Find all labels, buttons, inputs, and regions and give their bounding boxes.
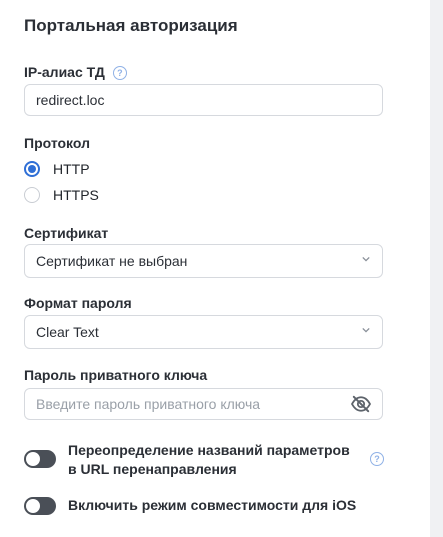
- private-key-placeholder: Введите пароль приватного ключа: [36, 396, 261, 412]
- radio-https[interactable]: HTTPS: [24, 187, 99, 203]
- protocol-label: Протокол: [24, 135, 90, 151]
- toggle-ios-compat-label: Включить режим совместимости для iOS: [68, 497, 357, 513]
- question-circle-icon[interactable]: ?: [112, 66, 127, 81]
- ip-alias-input[interactable]: redirect.loc: [24, 84, 383, 116]
- certificate-select[interactable]: Сертификат не выбран: [24, 244, 383, 278]
- toggle-override-line1: Переопределение названий параметров: [68, 442, 350, 458]
- portal-auth-card: Портальная авторизация IP-алиас ТД? redi…: [0, 0, 430, 537]
- ip-alias-label-text: IP-алиас ТД: [24, 64, 105, 80]
- eye-off-icon[interactable]: [350, 395, 372, 413]
- password-format-label: Формат пароля: [24, 295, 132, 311]
- toggle-override-params[interactable]: [24, 450, 56, 468]
- toggle-ios-compat[interactable]: [24, 497, 56, 515]
- chevron-down-icon: [362, 327, 370, 333]
- ip-alias-label: IP-алиас ТД?: [24, 64, 127, 81]
- password-format-value: Clear Text: [36, 324, 99, 340]
- private-key-label: Пароль приватного ключа: [24, 367, 208, 383]
- chevron-down-icon: [362, 256, 370, 262]
- radio-http[interactable]: HTTP: [24, 161, 90, 177]
- private-key-input[interactable]: Введите пароль приватного ключа: [24, 388, 383, 420]
- radio-http-circle[interactable]: [24, 161, 40, 177]
- question-circle-icon[interactable]: ?: [370, 452, 384, 466]
- scroll-edge: [430, 0, 443, 537]
- radio-https-circle[interactable]: [24, 187, 40, 203]
- radio-https-label: HTTPS: [53, 187, 99, 203]
- certificate-value: Сертификат не выбран: [36, 253, 188, 269]
- radio-http-label: HTTP: [53, 161, 90, 177]
- section-title: Портальная авторизация: [24, 16, 238, 35]
- ip-alias-value: redirect.loc: [36, 92, 105, 108]
- toggle-override-params-label: Переопределение названий параметров в UR…: [68, 441, 350, 479]
- toggle-override-line2: в URL перенаправления: [68, 461, 237, 477]
- password-format-select[interactable]: Clear Text: [24, 315, 383, 349]
- certificate-label: Сертификат: [24, 225, 109, 241]
